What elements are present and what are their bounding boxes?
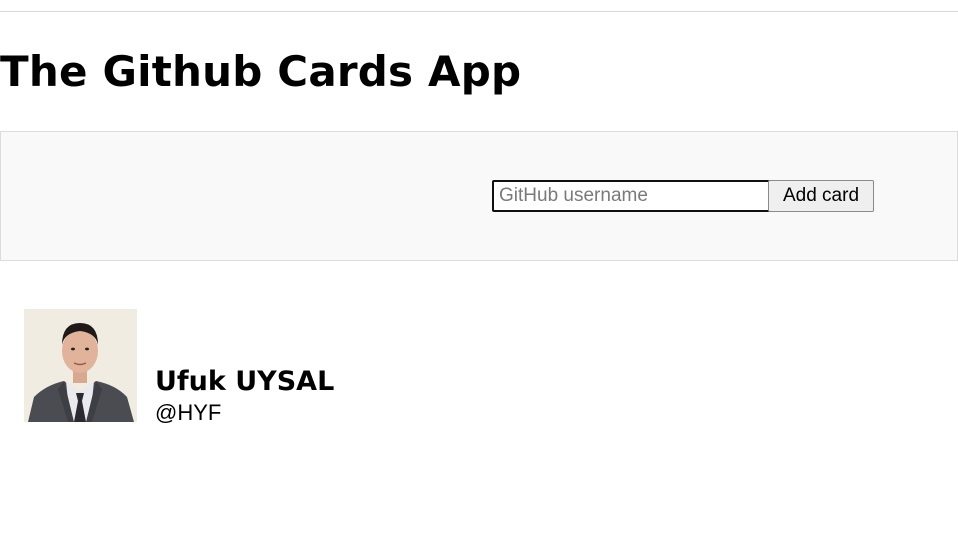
top-divider bbox=[0, 11, 958, 12]
avatar bbox=[24, 309, 137, 422]
profile-card: Ufuk UYSAL @HYF bbox=[24, 309, 424, 429]
avatar-photo-icon bbox=[24, 309, 137, 422]
card-name: Ufuk UYSAL bbox=[155, 366, 335, 397]
card-handle: @HYF bbox=[155, 400, 222, 425]
add-card-button[interactable]: Add card bbox=[768, 180, 874, 212]
page-title: The Github Cards App bbox=[0, 47, 522, 96]
username-input[interactable] bbox=[492, 180, 770, 212]
